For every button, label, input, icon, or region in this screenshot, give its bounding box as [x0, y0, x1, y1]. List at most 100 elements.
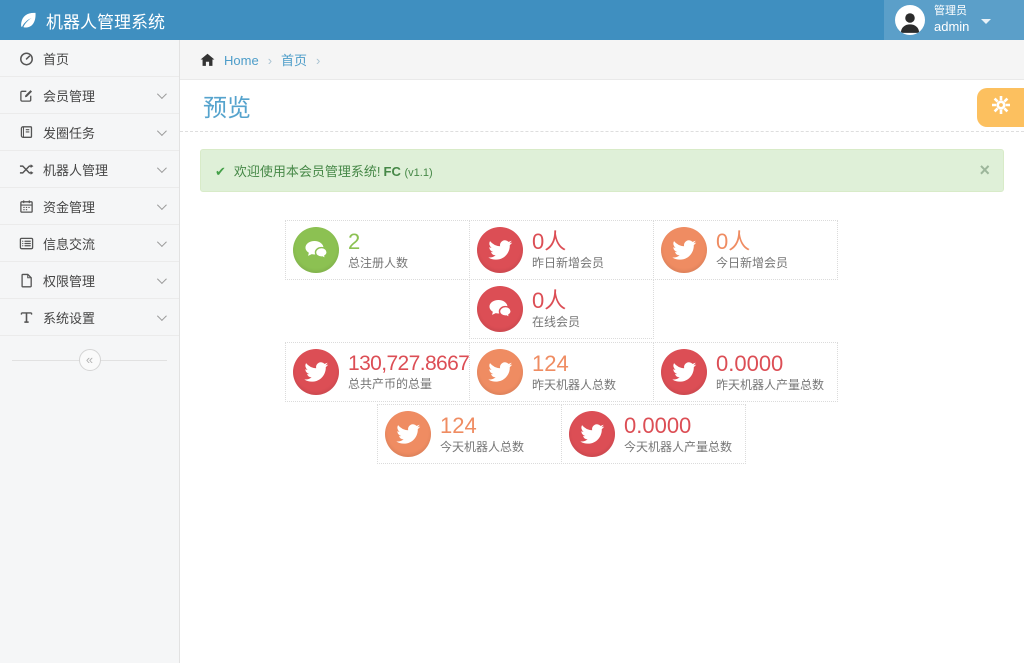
stat-row: 130,727.8667 总共产币的总量 124 昨天机器人总数 0.0000 昨天机器人…: [285, 342, 841, 402]
stat-row: 124 今天机器人总数 0.0000今天机器人产量总数: [377, 404, 841, 464]
sidebar-item-funds-management[interactable]: 资金管理: [0, 188, 179, 225]
stat-tile: 124 今天机器人总数: [377, 404, 562, 464]
shuffle-icon: [19, 162, 43, 177]
alert-message: 欢迎使用本会员管理系统!: [234, 164, 381, 179]
edit-icon: [19, 88, 43, 103]
breadcrumb-separator: ›: [268, 53, 272, 68]
page-title: 预览: [203, 88, 251, 123]
sidebar-item-label: 权限管理: [43, 271, 95, 290]
settings-button[interactable]: [977, 88, 1024, 127]
sidebar-item-label: 资金管理: [43, 197, 95, 216]
sidebar-item-label: 系统设置: [43, 308, 95, 327]
stat-tile-text: 124 昨天机器人总数: [532, 352, 616, 392]
chevron-down-icon: [157, 200, 167, 210]
sidebar-item-label: 信息交流: [43, 234, 95, 253]
twitter-icon: [477, 349, 523, 395]
chevron-down-icon: [157, 311, 167, 321]
leaf-logo-icon: [18, 10, 38, 30]
calendar-icon: [19, 199, 43, 214]
chevron-down-icon: [157, 237, 167, 247]
sidebar-item-label: 机器人管理: [43, 160, 108, 179]
stat-tile: 0.0000今天机器人产量总数: [561, 404, 746, 464]
chevron-down-icon: [157, 274, 167, 284]
stat-value: 130,727.8667: [348, 352, 469, 375]
breadcrumb: Home›首页›: [180, 40, 1024, 80]
sidebar-item-post-tasks[interactable]: 发圈任务: [0, 114, 179, 151]
stat-tile-text: 0.0000 昨天机器人产量总数: [716, 352, 824, 392]
sidebar-item-permission-management[interactable]: 权限管理: [0, 262, 179, 299]
stat-label: 今日新增会员: [716, 257, 788, 270]
stat-tile: 0.0000 昨天机器人产量总数: [653, 342, 838, 402]
list-icon: [19, 236, 43, 251]
stat-tile-text: 0.0000今天机器人产量总数: [624, 414, 732, 454]
main-content: Home›首页› 预览 ✔欢迎使用本会员管理系统!FC (v1.1) × 2总注…: [180, 40, 1024, 663]
avatar: [895, 5, 925, 35]
stat-label: 昨天机器人总数: [532, 379, 616, 392]
chevron-down-icon: [157, 163, 167, 173]
sidebar-item-label: 会员管理: [43, 86, 95, 105]
dashboard-icon: [19, 51, 43, 66]
app-title: 机器人管理系统: [46, 8, 165, 33]
breadcrumb-link[interactable]: 首页: [281, 53, 307, 68]
stat-label: 总共产币的总量: [348, 378, 469, 391]
stat-row: 2总注册人数0人昨日新增会员0人今日新增会员: [285, 220, 841, 280]
stat-tile: 2 总注册人数: [285, 220, 470, 280]
sidebar-item-system-settings[interactable]: 系统设置: [0, 299, 179, 336]
app-header: 机器人管理系统 管理员 admin: [0, 0, 1024, 40]
sidebar-collapse-row: «: [0, 349, 179, 373]
text-icon: [19, 310, 43, 325]
stat-value: 2: [348, 230, 408, 254]
stat-tile-text: 0人昨日新增会员: [532, 230, 604, 270]
stat-value: 0人: [716, 230, 788, 254]
stat-value: 0.0000: [624, 414, 732, 438]
sidebar-item-label: 首页: [43, 49, 69, 68]
stat-tile: 0人昨日新增会员: [469, 220, 654, 280]
stat-tile-text: 130,727.8667 总共产币的总量: [348, 352, 469, 391]
stat-tile: 0人今日新增会员: [653, 220, 838, 280]
sidebar-item-home[interactable]: 首页: [0, 40, 179, 77]
user-menu[interactable]: 管理员 admin: [884, 0, 1024, 40]
sidebar: 首页会员管理发圈任务机器人管理资金管理信息交流权限管理系统设置 «: [0, 40, 180, 663]
stat-value: 124: [440, 414, 524, 438]
file-icon: [19, 273, 43, 288]
stat-value: 0.0000: [716, 352, 824, 376]
stat-label: 总注册人数: [348, 257, 408, 270]
sidebar-item-member-management[interactable]: 会员管理: [0, 77, 179, 114]
stat-value: 0人: [532, 289, 580, 313]
caret-down-icon: [981, 19, 991, 24]
alert-highlight: FC: [384, 164, 401, 179]
chevron-down-icon: [157, 89, 167, 99]
sidebar-item-label: 发圈任务: [43, 123, 95, 142]
stat-label: 在线会员: [532, 316, 580, 329]
close-icon[interactable]: ×: [979, 161, 990, 179]
stat-value: 124: [532, 352, 616, 376]
twitter-icon: [661, 349, 707, 395]
comments-icon: [293, 227, 339, 273]
stat-tile-text: 2 总注册人数: [348, 230, 408, 270]
stat-label: 今天机器人总数: [440, 441, 524, 454]
alert-version: (v1.1): [405, 167, 433, 179]
stat-tile-text: 0人在线会员: [532, 289, 580, 329]
chevron-down-icon: [157, 126, 167, 136]
twitter-icon: [569, 411, 615, 457]
stat-tile: 124 昨天机器人总数: [469, 342, 654, 402]
welcome-alert: ✔欢迎使用本会员管理系统!FC (v1.1) ×: [200, 149, 1004, 192]
user-role: 管理员: [934, 5, 967, 17]
stat-tile-text: 124 今天机器人总数: [440, 414, 524, 454]
stat-label: 昨天机器人产量总数: [716, 379, 824, 392]
sidebar-collapse-button[interactable]: «: [79, 349, 101, 371]
twitter-icon: [661, 227, 707, 273]
sidebar-item-message-exchange[interactable]: 信息交流: [0, 225, 179, 262]
stat-value: 0人: [532, 230, 604, 254]
breadcrumb-link[interactable]: Home: [224, 53, 259, 68]
book-icon: [19, 125, 43, 140]
twitter-icon: [293, 349, 339, 395]
stat-label: 昨日新增会员: [532, 257, 604, 270]
stat-tile: 0人在线会员: [469, 279, 654, 339]
home-icon: [200, 53, 215, 67]
user-info: 管理员 admin: [934, 4, 969, 35]
app-brand[interactable]: 机器人管理系统: [0, 0, 165, 40]
comments-icon: [477, 286, 523, 332]
gear-icon: [989, 93, 1013, 122]
sidebar-item-robot-management[interactable]: 机器人管理: [0, 151, 179, 188]
